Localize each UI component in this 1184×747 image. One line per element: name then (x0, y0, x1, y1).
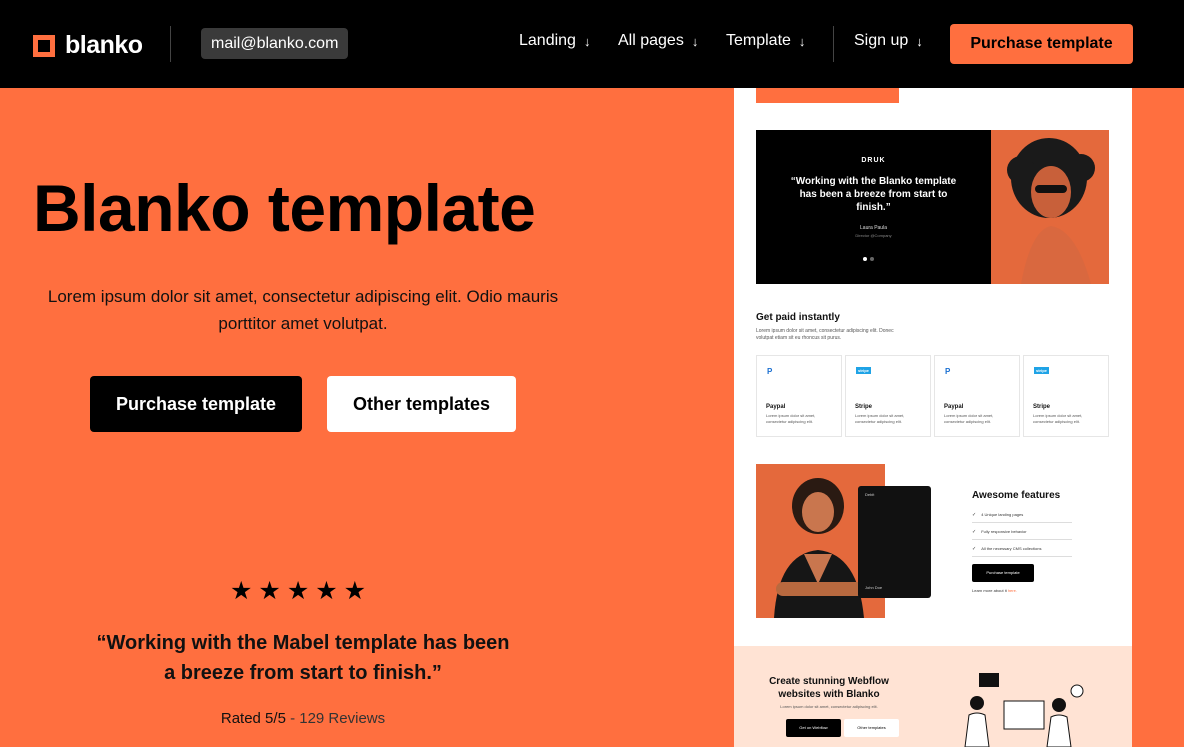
learn-more-text: Learn more about it here. (972, 588, 1017, 593)
nav-item-label: Sign up (854, 32, 909, 49)
slider-dots (863, 248, 877, 266)
stripe-icon: stripe (856, 367, 871, 374)
nav-item-template[interactable]: Template ↓ (726, 32, 805, 50)
cta-title: Create stunning Webflow websites with Bl… (769, 676, 889, 700)
nav-item-all-pages[interactable]: All pages ↓ (618, 32, 698, 50)
payment-card-title: Stripe (1033, 404, 1051, 410)
check-icon: ✓ (972, 546, 977, 552)
feature-label: Fully responsive behavior (981, 529, 1027, 534)
top-nav: blanko mail@blanko.com Landing ↓ All pag… (0, 0, 1184, 88)
email-link[interactable]: mail@blanko.com (201, 28, 349, 59)
nav-divider (170, 26, 171, 62)
paypal-icon: P (767, 367, 773, 376)
preview-top-accent (756, 88, 899, 103)
cta-other-templates-button[interactable]: Other templates (844, 719, 899, 737)
payment-card-title: Paypal (766, 404, 786, 410)
team-illustration-icon (964, 673, 1084, 747)
payment-card: P Paypal Lorem ipsum dolor sit amet, con… (756, 355, 842, 437)
testimonial-photo (991, 130, 1109, 284)
nav-item-landing[interactable]: Landing ↓ (519, 32, 590, 50)
nav-item-sign-up[interactable]: Sign up ↓ (854, 32, 923, 50)
payments-title: Get paid instantly (756, 312, 840, 323)
slider-dot (870, 257, 874, 261)
payment-card-desc: Lorem ipsum dolor sit amet, consectetur … (855, 413, 905, 424)
cta-desc: Lorem ipsum dolor sit amet, consectetur … (780, 704, 878, 709)
nav-item-label: Landing (519, 32, 576, 49)
hero-title: Blanko template (33, 171, 536, 245)
stripe-icon: stripe (1034, 367, 1049, 374)
card-type-label: Debit (865, 492, 875, 497)
arrow-down-icon: ↓ (916, 33, 923, 49)
nav-divider (833, 26, 834, 62)
logo-text: blanko (65, 31, 143, 59)
feature-label: 4 Unique landing pages (981, 512, 1024, 517)
nav-purchase-button[interactable]: Purchase template (950, 24, 1133, 64)
feature-item: ✓ 4 Unique landing pages (972, 512, 1072, 523)
rating-stars-icon: ★★★★★ (230, 577, 373, 605)
preview-author-role: Director @Company (855, 233, 892, 238)
paypal-icon: P (945, 367, 951, 376)
review-count: - 129 Reviews (285, 710, 386, 727)
card-holder-name: John Doe (865, 585, 883, 590)
payment-card-desc: Lorem ipsum dolor sit amet, consectetur … (1033, 413, 1083, 424)
feature-label: All the necessary CMS collections (981, 546, 1042, 551)
payment-card-desc: Lorem ipsum dolor sit amet, consectetur … (766, 413, 816, 424)
arrow-down-icon: ↓ (583, 33, 591, 49)
learn-more-link[interactable]: here. (1008, 588, 1017, 593)
get-on-webflow-button[interactable]: Get on Webflow (786, 719, 841, 737)
learn-more-label: Learn more about it (972, 588, 1008, 593)
preview-quote: “Working with the Blanko template has be… (790, 176, 957, 213)
preview-brand: DRUK (861, 157, 886, 164)
woman-portrait-icon (1007, 138, 1095, 284)
hero-subtitle: Lorem ipsum dolor sit amet, consectetur … (47, 287, 559, 333)
check-icon: ✓ (972, 529, 977, 535)
preview-author-name: Laura Paula (860, 225, 887, 231)
arrow-down-icon: ↓ (691, 33, 699, 49)
logo[interactable]: blanko (33, 31, 143, 60)
rating-summary: Rated 5/5 - 129 Reviews (130, 710, 476, 727)
preview-cta-section: Create stunning Webflow websites with Bl… (734, 646, 1132, 747)
nav-item-label: Template (726, 32, 791, 49)
nav-item-label: All pages (618, 32, 684, 49)
credit-card-image: Debit John Doe (858, 486, 931, 598)
payments-desc: Lorem ipsum dolor sit amet, consectetur … (756, 328, 894, 341)
feature-item: ✓ All the necessary CMS collections (972, 546, 1072, 557)
template-preview: DRUK “Working with the Blanko template h… (734, 88, 1132, 747)
payment-card-title: Paypal (944, 404, 964, 410)
check-icon: ✓ (972, 512, 977, 518)
preview-testimonial: DRUK “Working with the Blanko template h… (756, 130, 1109, 284)
feature-item: ✓ Fully responsive behavior (972, 529, 1072, 540)
features-title: Awesome features (972, 490, 1061, 501)
payment-card: stripe Stripe Lorem ipsum dolor sit amet… (1023, 355, 1109, 437)
slider-dot-active (863, 257, 867, 261)
preview-purchase-button[interactable]: Purchase template (972, 564, 1034, 582)
other-templates-button[interactable]: Other templates (327, 376, 516, 432)
rating-value: Rated 5/5 (220, 710, 286, 727)
payment-card-desc: Lorem ipsum dolor sit amet, consectetur … (944, 413, 994, 424)
payment-card: stripe Stripe Lorem ipsum dolor sit amet… (845, 355, 931, 437)
payment-card: P Paypal Lorem ipsum dolor sit amet, con… (934, 355, 1020, 437)
purchase-template-button[interactable]: Purchase template (90, 376, 302, 432)
logo-icon (33, 34, 55, 57)
arrow-down-icon: ↓ (798, 33, 806, 49)
testimonial-quote: “Working with the Mabel template has bee… (96, 632, 510, 684)
payment-card-title: Stripe (855, 404, 873, 410)
